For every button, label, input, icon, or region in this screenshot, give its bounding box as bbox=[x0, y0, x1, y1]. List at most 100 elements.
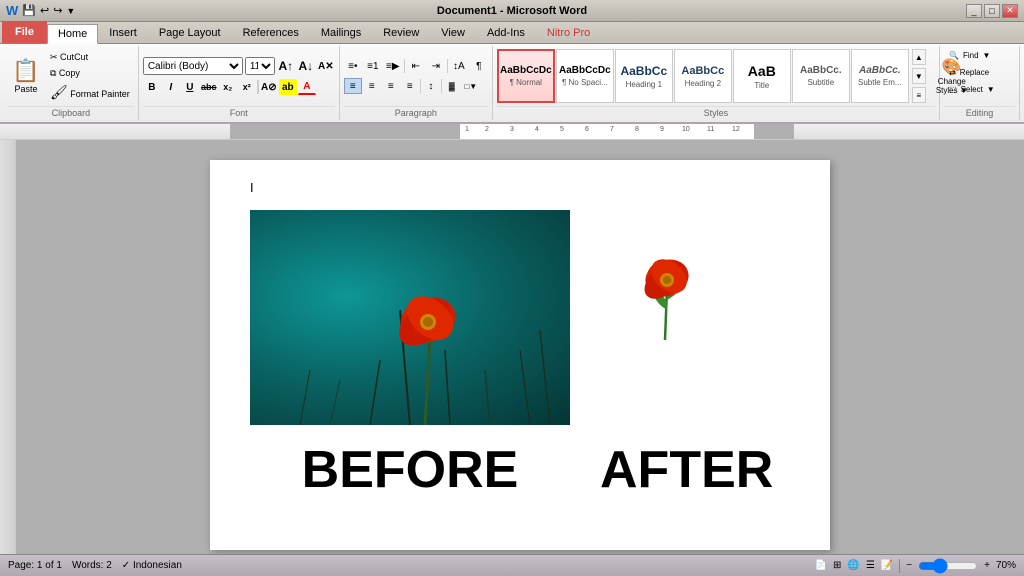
styles-group: AaBbCcDc ¶ Normal AaBbCcDc ¶ No Spaci...… bbox=[493, 46, 940, 120]
font-size-select[interactable]: 11 bbox=[245, 57, 275, 75]
replace-button[interactable]: ⇄ Replace bbox=[944, 65, 994, 80]
before-image[interactable] bbox=[250, 210, 570, 425]
zoom-in-button[interactable]: + bbox=[984, 560, 990, 571]
style-heading2[interactable]: AaBbCc Heading 2 bbox=[674, 49, 732, 103]
para-row1: ≡• ≡1 ≡▶ ⇤ ⇥ ↕A ¶ bbox=[344, 58, 488, 74]
superscript-button[interactable]: x² bbox=[238, 79, 256, 95]
font-group: Calibri (Body) 11 A↑ A↓ A✕ B I U abc x₂ … bbox=[139, 46, 340, 120]
style-normal-preview: AaBbCcDc bbox=[500, 65, 552, 76]
numbering-button[interactable]: ≡1 bbox=[364, 58, 382, 74]
vertical-ruler bbox=[0, 140, 16, 554]
tab-home[interactable]: Home bbox=[47, 24, 98, 44]
justify-button[interactable]: ≡ bbox=[401, 78, 419, 94]
tab-addins[interactable]: Add-Ins bbox=[476, 23, 536, 43]
para-row2: ≡ ≡ ≡ ≡ ↕ ▓ □▼ bbox=[344, 78, 488, 94]
view-outline-icon[interactable]: ☰ bbox=[866, 560, 875, 571]
bullets-button[interactable]: ≡• bbox=[344, 58, 362, 74]
tab-mailings[interactable]: Mailings bbox=[310, 23, 372, 43]
paste-button[interactable]: 📋 Paste bbox=[8, 54, 44, 98]
replace-label: Replace bbox=[960, 68, 989, 77]
show-marks-button[interactable]: ¶ bbox=[470, 58, 488, 74]
find-button[interactable]: 🔍 Find ▼ bbox=[944, 48, 995, 63]
style-subtitle[interactable]: AaBbCc. Subtitle bbox=[792, 49, 850, 103]
tab-page-layout[interactable]: Page Layout bbox=[148, 23, 232, 43]
multilevel-button[interactable]: ≡▶ bbox=[384, 58, 402, 74]
tab-insert[interactable]: Insert bbox=[98, 23, 148, 43]
paragraph-content: ≡• ≡1 ≡▶ ⇤ ⇥ ↕A ¶ ≡ ≡ ≡ ≡ ↕ bbox=[344, 48, 488, 104]
zoom-slider[interactable] bbox=[918, 562, 978, 570]
style-subtle-emphasis-label: Subtle Em... bbox=[858, 78, 902, 87]
line-spacing-button[interactable]: ↕ bbox=[422, 78, 440, 94]
style-title[interactable]: AaB Title bbox=[733, 49, 791, 103]
maximize-button[interactable]: □ bbox=[984, 4, 1000, 18]
find-icon: 🔍 bbox=[949, 51, 959, 60]
indent-increase-button[interactable]: ⇥ bbox=[427, 58, 445, 74]
font-color-button[interactable]: A bbox=[298, 79, 316, 95]
underline-button[interactable]: U bbox=[181, 79, 199, 95]
language-indicator: ✓ Indonesian bbox=[122, 560, 182, 571]
tab-file[interactable]: File bbox=[2, 21, 47, 43]
tab-review[interactable]: Review bbox=[372, 23, 430, 43]
gallery-scroll-more[interactable]: ≡ bbox=[912, 87, 926, 103]
paste-icon: 📋 bbox=[12, 58, 39, 84]
indent-decrease-button[interactable]: ⇤ bbox=[407, 58, 425, 74]
small-flower-svg bbox=[600, 220, 730, 340]
gallery-scroll: ▲ ▼ ≡ bbox=[912, 49, 926, 103]
highlight-button[interactable]: ab bbox=[279, 79, 297, 95]
gallery-scroll-down[interactable]: ▼ bbox=[912, 68, 926, 84]
status-bar: Page: 1 of 1 Words: 2 ✓ Indonesian 📄 ⊞ 🌐… bbox=[0, 554, 1024, 576]
tab-view[interactable]: View bbox=[430, 23, 476, 43]
qat-redo[interactable]: ↪ bbox=[53, 4, 62, 17]
align-left-button[interactable]: ≡ bbox=[344, 78, 362, 94]
clear-format-button[interactable]: A✕ bbox=[317, 58, 335, 74]
strikethrough-button[interactable]: abc bbox=[200, 79, 218, 95]
document-page[interactable]: I bbox=[210, 160, 830, 550]
format-painter-button[interactable]: 🖌 Format Painter bbox=[46, 82, 134, 103]
align-right-button[interactable]: ≡ bbox=[382, 78, 400, 94]
cut-button[interactable]: ✂ CutCut bbox=[46, 50, 134, 65]
after-image[interactable] bbox=[600, 220, 730, 340]
font-row1: Calibri (Body) 11 A↑ A↓ A✕ bbox=[143, 57, 335, 75]
close-button[interactable]: ✕ bbox=[1002, 4, 1018, 18]
subscript-button[interactable]: x₂ bbox=[219, 79, 237, 95]
minimize-button[interactable]: _ bbox=[966, 4, 982, 18]
view-web-icon[interactable]: 🌐 bbox=[847, 560, 859, 571]
align-center-button[interactable]: ≡ bbox=[363, 78, 381, 94]
editing-content: 🔍 Find ▼ ⇄ Replace ⬚ Select ▼ bbox=[944, 48, 1015, 104]
style-no-spacing[interactable]: AaBbCcDc ¶ No Spaci... bbox=[556, 49, 614, 103]
word-icon: W bbox=[6, 3, 18, 18]
document-area[interactable]: I bbox=[16, 140, 1024, 554]
increase-font-button[interactable]: A↑ bbox=[277, 58, 295, 74]
style-no-spacing-label: ¶ No Spaci... bbox=[562, 78, 608, 87]
shading-button[interactable]: ▓ bbox=[443, 78, 461, 94]
main-area: I bbox=[0, 140, 1024, 554]
style-subtle-emphasis[interactable]: AaBbCc. Subtle Em... bbox=[851, 49, 909, 103]
text-effects-button[interactable]: A⊘ bbox=[260, 79, 278, 95]
styles-gallery: AaBbCcDc ¶ Normal AaBbCcDc ¶ No Spaci...… bbox=[497, 49, 977, 103]
styles-label: Styles bbox=[497, 106, 935, 118]
style-normal[interactable]: AaBbCcDc ¶ Normal bbox=[497, 49, 555, 103]
before-label: BEFORE bbox=[250, 440, 570, 500]
tab-nitro[interactable]: Nitro Pro bbox=[536, 23, 601, 43]
qat-dropdown[interactable]: ▼ bbox=[66, 6, 75, 16]
view-normal-icon[interactable]: 📄 bbox=[815, 560, 827, 571]
bold-button[interactable]: B bbox=[143, 79, 161, 95]
gallery-scroll-up[interactable]: ▲ bbox=[912, 49, 926, 65]
zoom-out-button[interactable]: − bbox=[906, 560, 912, 571]
divider5 bbox=[441, 79, 442, 93]
decrease-font-button[interactable]: A↓ bbox=[297, 58, 315, 74]
view-draft-icon[interactable]: 📝 bbox=[881, 560, 893, 571]
qat-undo[interactable]: ↩ bbox=[40, 4, 49, 17]
view-fullscreen-icon[interactable]: ⊞ bbox=[833, 560, 841, 571]
copy-button[interactable]: ⧉ Copy bbox=[46, 66, 134, 81]
qat-save[interactable]: 💾 bbox=[22, 4, 36, 17]
select-button[interactable]: ⬚ Select ▼ bbox=[944, 82, 1000, 97]
sort-button[interactable]: ↕A bbox=[450, 58, 468, 74]
style-heading1[interactable]: AaBbCc Heading 1 bbox=[615, 49, 673, 103]
italic-button[interactable]: I bbox=[162, 79, 180, 95]
tab-references[interactable]: References bbox=[232, 23, 310, 43]
font-family-select[interactable]: Calibri (Body) bbox=[143, 57, 243, 75]
borders-button[interactable]: □▼ bbox=[462, 78, 480, 94]
clipboard-content: 📋 Paste ✂ CutCut ⧉ Copy 🖌 Format Painter bbox=[8, 48, 134, 104]
ribbon-tabs: File Home Insert Page Layout References … bbox=[0, 22, 1024, 44]
